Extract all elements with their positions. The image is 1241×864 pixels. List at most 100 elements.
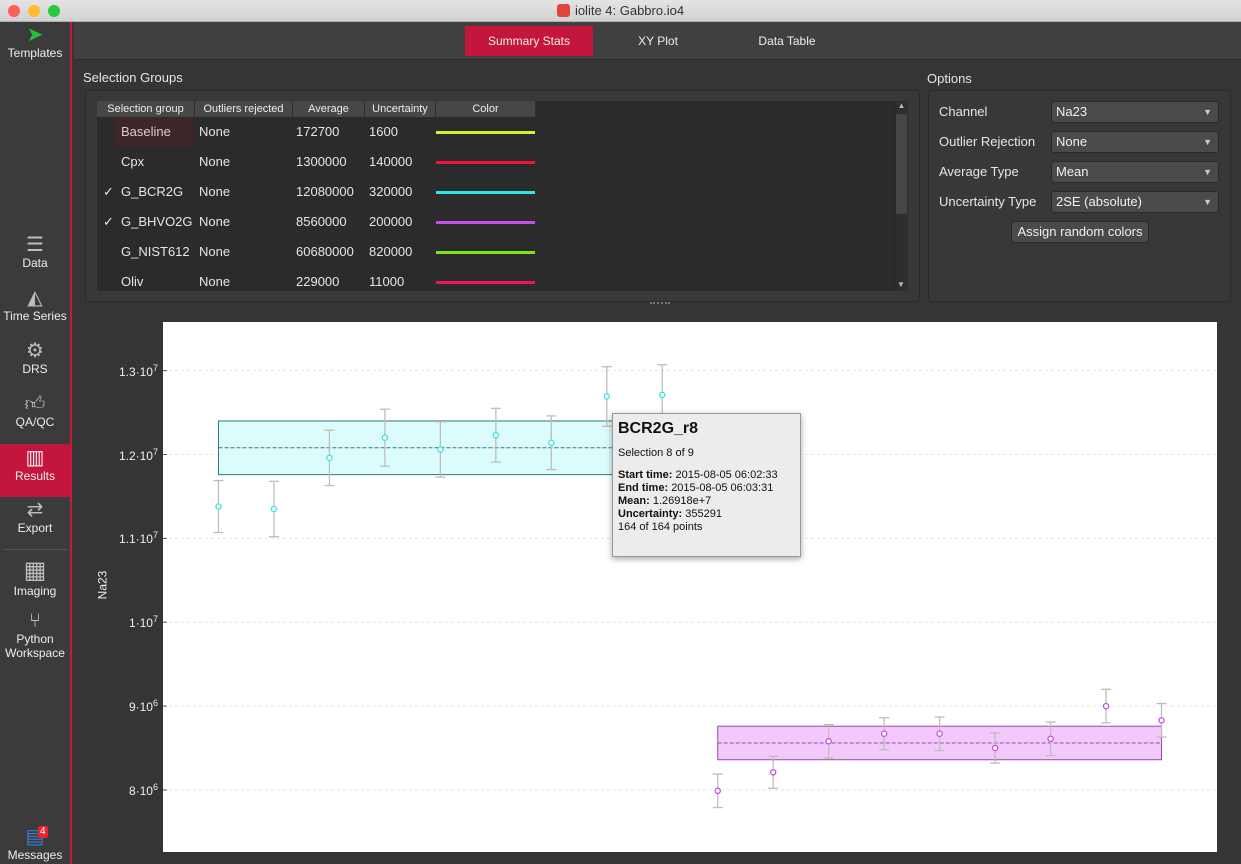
group-name: G_BHVO2G bbox=[121, 214, 193, 229]
data-point bbox=[936, 730, 943, 738]
sidebar-item-messages[interactable]: ▤ 4 Messages bbox=[0, 826, 70, 862]
group-name: Cpx bbox=[121, 154, 145, 169]
scroll-down-arrow-icon[interactable]: ▼ bbox=[897, 280, 905, 289]
data-point bbox=[880, 730, 888, 738]
data-point bbox=[659, 391, 666, 399]
start-value: 2015-08-05 06:02:33 bbox=[675, 469, 778, 481]
tooltip-points: 164 of 164 points bbox=[618, 521, 703, 533]
table-row[interactable]: Cpx None 1300000 140000 bbox=[97, 147, 907, 177]
tooltip-mean: Mean: 1.26918e+7 bbox=[618, 495, 795, 508]
view-tabs: Summary Stats XY Plot Data Table bbox=[74, 22, 1241, 60]
data-point bbox=[1047, 735, 1054, 743]
group-name: G_BCR2G bbox=[121, 184, 184, 199]
check-icon: ✓ bbox=[103, 214, 114, 229]
scrollbar-thumb[interactable] bbox=[896, 114, 907, 214]
zoom-window-button[interactable] bbox=[48, 5, 60, 17]
sidebar-item-templates[interactable]: ➤ Templates bbox=[0, 24, 70, 60]
outliers-value: None bbox=[199, 124, 231, 139]
tooltip-end: End time: 2015-08-05 06:03:31 bbox=[618, 482, 795, 495]
sidebar-item-imaging[interactable]: ▦ Imaging bbox=[0, 558, 70, 599]
tab-summary-stats[interactable]: Summary Stats bbox=[465, 26, 593, 56]
row-checkbox[interactable]: ✓ bbox=[103, 177, 114, 207]
table-row[interactable]: Oliv None 229000 11000 bbox=[97, 267, 907, 291]
color-swatch[interactable] bbox=[436, 131, 535, 134]
uncertainty-value: 11000 bbox=[369, 274, 405, 289]
column-header-average[interactable]: Average bbox=[293, 101, 365, 117]
uncertainty-value: 200000 bbox=[369, 214, 413, 229]
color-swatch[interactable] bbox=[436, 161, 535, 164]
sidebar-label: Time Series bbox=[3, 309, 67, 323]
database-icon: ☰ bbox=[26, 234, 44, 256]
outlier-rejection-value: None bbox=[1056, 134, 1088, 149]
messages-badge: 4 bbox=[38, 826, 48, 838]
sidebar-item-data[interactable]: ☰ Data bbox=[0, 234, 70, 270]
channel-select[interactable]: Na23 ▼ bbox=[1051, 101, 1219, 123]
tooltip-uncertainty: Uncertainty: 355291 bbox=[618, 508, 795, 521]
sidebar: ➤ Templates ☰ Data ◭ Time Series ⚙ DRS 👍︎ QA/… bbox=[0, 22, 72, 864]
uncertainty-type-label: Uncertainty Type bbox=[939, 194, 1037, 209]
column-header-selection-group[interactable]: Selection group bbox=[97, 101, 195, 117]
uncertainty-value: 1600 bbox=[369, 124, 398, 139]
outliers-value: None bbox=[199, 154, 231, 169]
data-point bbox=[492, 431, 500, 439]
chevron-down-icon: ▼ bbox=[1203, 167, 1212, 177]
selection-groups-heading: Selection Groups bbox=[83, 70, 183, 85]
column-header-outliers[interactable]: Outliers rejected bbox=[195, 101, 293, 117]
tab-xy-plot[interactable]: XY Plot bbox=[594, 26, 722, 56]
data-point bbox=[270, 505, 278, 513]
sidebar-label: Messages bbox=[7, 848, 63, 862]
outliers-value: None bbox=[199, 214, 231, 229]
average-type-value: Mean bbox=[1056, 164, 1089, 179]
average-type-label: Average Type bbox=[939, 164, 1019, 179]
close-window-button[interactable] bbox=[8, 5, 20, 17]
scroll-up-arrow-icon[interactable]: ▲ bbox=[895, 101, 908, 110]
group-name: Baseline bbox=[115, 117, 194, 147]
table-scrollbar[interactable]: ▲ ▼ bbox=[894, 101, 908, 291]
start-label: Start time: bbox=[618, 469, 673, 481]
group-name: Oliv bbox=[121, 274, 144, 289]
tab-data-table[interactable]: Data Table bbox=[723, 26, 851, 56]
chevron-down-icon: ▼ bbox=[1203, 137, 1212, 147]
data-point bbox=[825, 738, 832, 745]
row-checkbox[interactable]: ✓ bbox=[103, 207, 114, 237]
color-swatch[interactable] bbox=[436, 251, 535, 254]
outlier-rejection-select[interactable]: None ▼ bbox=[1051, 131, 1219, 153]
uncertainty-type-value: 2SE (absolute) bbox=[1056, 194, 1142, 209]
arrows-exchange-icon: ⇄ bbox=[26, 499, 44, 521]
color-swatch[interactable] bbox=[436, 281, 535, 284]
channel-value: Na23 bbox=[1056, 104, 1088, 119]
data-point bbox=[603, 393, 611, 400]
table-row[interactable]: Baseline None 172700 1600 bbox=[97, 117, 907, 147]
data-point bbox=[326, 454, 333, 462]
color-swatch[interactable] bbox=[436, 221, 535, 224]
table-row[interactable]: ✓ G_BHVO2G None 8560000 200000 bbox=[97, 207, 907, 237]
summary-chart[interactable] bbox=[80, 315, 1230, 864]
tooltip-title: BCR2G_r8 bbox=[618, 420, 699, 437]
sidebar-item-time-series[interactable]: ◭ Time Series bbox=[0, 287, 70, 323]
group-name: G_NIST612 bbox=[121, 244, 190, 259]
column-header-color[interactable]: Color bbox=[436, 101, 536, 117]
color-swatch[interactable] bbox=[436, 191, 535, 194]
sidebar-divider bbox=[3, 549, 67, 550]
assign-random-colors-button[interactable]: Assign random colors bbox=[1011, 221, 1149, 243]
uncertainty-value: 820000 bbox=[369, 244, 413, 259]
sidebar-item-qaqc[interactable]: 👍︎ QA/QC bbox=[0, 393, 70, 429]
average-value: 172700 bbox=[296, 124, 340, 139]
uncertainty-value: 320000 bbox=[369, 184, 413, 199]
average-value: 8560000 bbox=[296, 214, 347, 229]
chevron-down-icon: ▼ bbox=[1203, 107, 1212, 117]
data-point bbox=[215, 503, 222, 510]
data-point bbox=[437, 446, 444, 453]
minimize-window-button[interactable] bbox=[28, 5, 40, 17]
table-row[interactable]: G_NIST612 None 60680000 820000 bbox=[97, 237, 907, 267]
table-row[interactable]: ✓ G_BCR2G None 12080000 320000 bbox=[97, 177, 907, 207]
data-point bbox=[1102, 702, 1110, 710]
uncertainty-type-select[interactable]: 2SE (absolute) ▼ bbox=[1051, 191, 1219, 213]
average-type-select[interactable]: Mean ▼ bbox=[1051, 161, 1219, 183]
end-value: 2015-08-05 06:03:31 bbox=[671, 482, 774, 494]
average-value: 60680000 bbox=[296, 244, 354, 259]
column-header-uncertainty[interactable]: Uncertainty bbox=[365, 101, 436, 117]
outlier-rejection-label: Outlier Rejection bbox=[939, 134, 1036, 149]
splitter-handle[interactable] bbox=[650, 302, 670, 308]
data-point bbox=[1158, 717, 1165, 724]
